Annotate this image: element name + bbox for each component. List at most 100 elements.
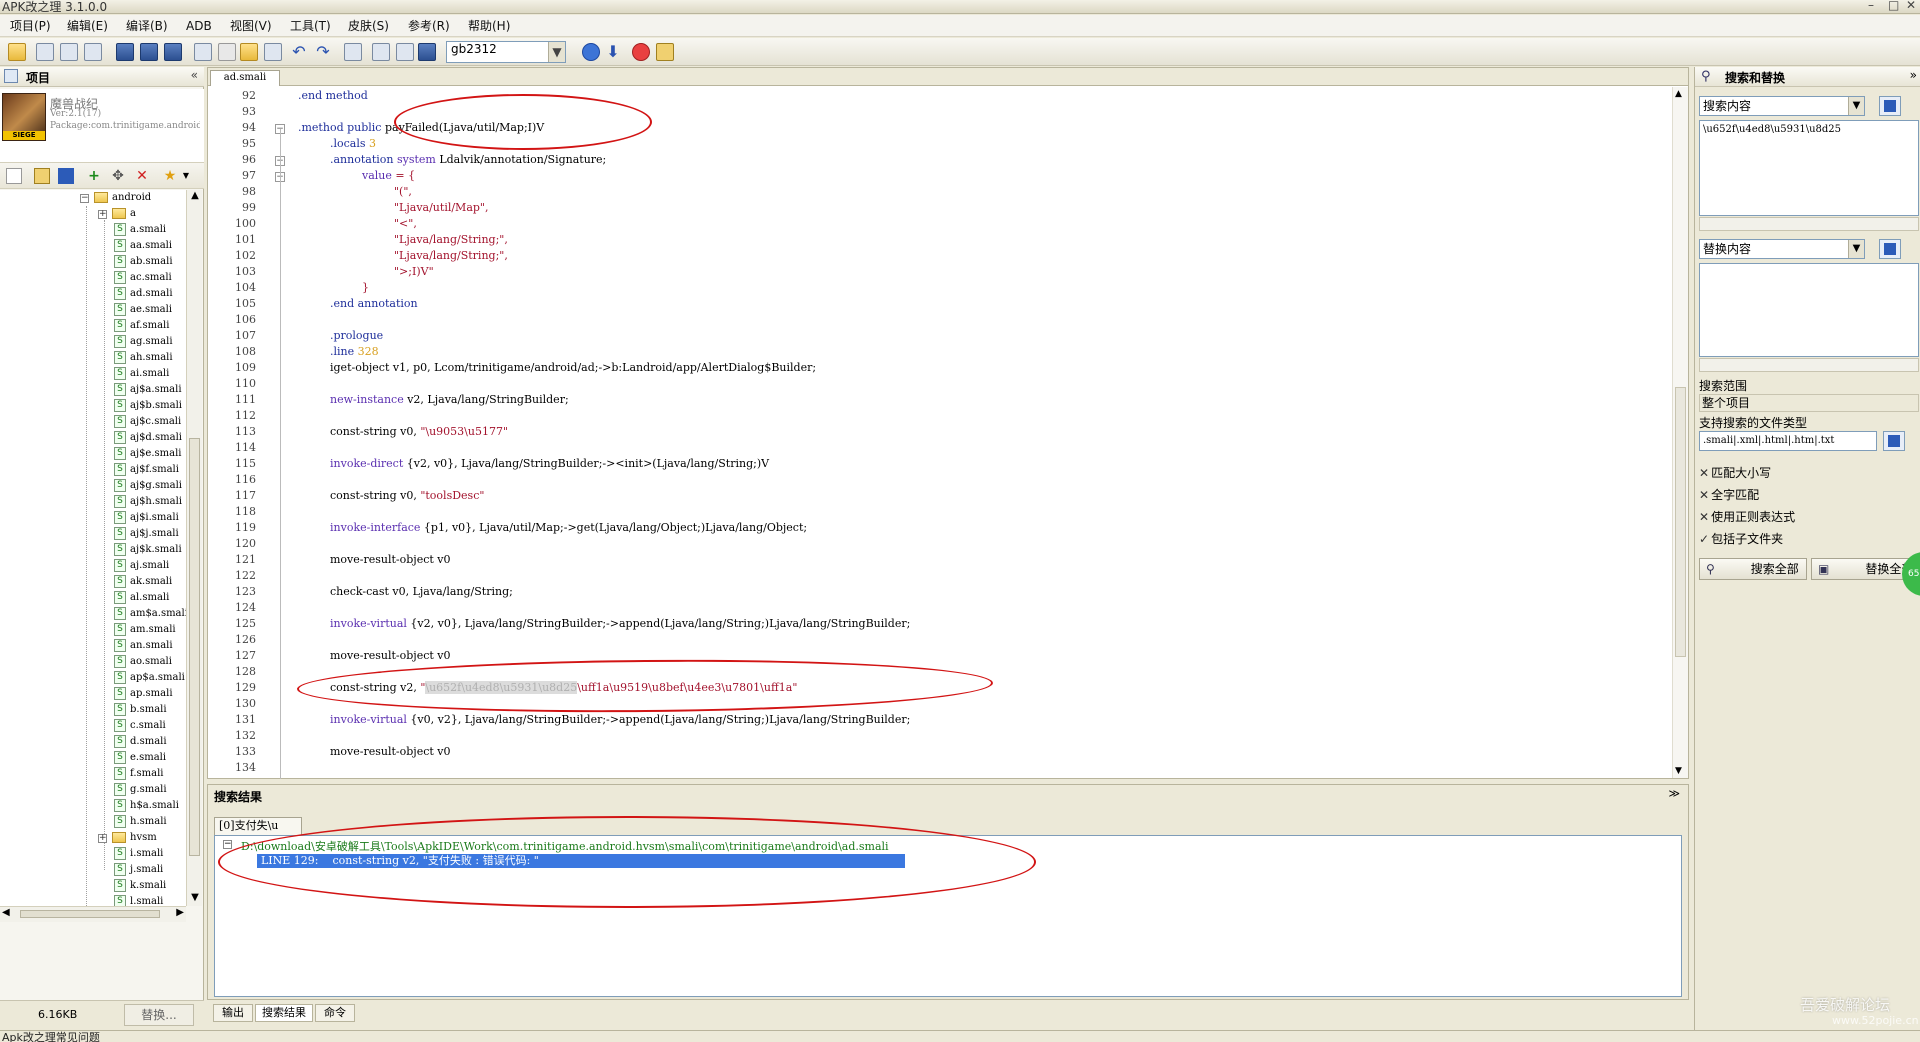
save-icon[interactable] xyxy=(116,43,134,61)
search-options-button[interactable] xyxy=(1879,96,1901,116)
tree-folder-hvsm[interactable]: hvsm xyxy=(112,830,157,846)
menu-help[interactable]: 帮助(H) xyxy=(468,18,510,34)
search-all-button[interactable]: ⚲ 搜索全部 xyxy=(1699,558,1807,580)
paste-icon[interactable] xyxy=(240,43,258,61)
menu-edit[interactable]: 编辑(E) xyxy=(67,18,108,34)
scope-select[interactable]: 整个项目 xyxy=(1699,394,1919,412)
open-folder-icon[interactable] xyxy=(8,43,26,61)
tree-file[interactable]: Saj.smali xyxy=(114,558,169,574)
tree-file[interactable]: Saj$b.smali xyxy=(114,398,182,414)
tree-file[interactable]: Sf.smali xyxy=(114,766,164,782)
tree-toggle-icon[interactable]: + xyxy=(98,834,107,843)
replace-input-hscroll[interactable] xyxy=(1699,358,1919,372)
remove-icon[interactable]: ✕ xyxy=(134,168,150,184)
option-regex[interactable]: ✕ 使用正则表达式 xyxy=(1699,508,1795,525)
checkbox-icon[interactable]: ✓ xyxy=(1699,532,1709,546)
scroll-up-icon[interactable]: ▲ xyxy=(188,190,202,204)
weibo-icon[interactable] xyxy=(632,43,650,61)
selected-text[interactable]: \u652f\u4ed8\u5931\u8d25 xyxy=(425,681,578,694)
replace-input[interactable] xyxy=(1699,263,1919,357)
tree-file[interactable]: Sa.smali xyxy=(114,222,166,238)
replace-button[interactable]: 替换... xyxy=(124,1004,194,1026)
checkbox-icon[interactable]: ✕ xyxy=(1699,510,1709,524)
tree-file[interactable]: Sg.smali xyxy=(114,782,167,798)
add-icon[interactable]: + xyxy=(86,168,102,184)
open-folder-icon[interactable] xyxy=(34,168,50,184)
tree-file[interactable]: Sb.smali xyxy=(114,702,167,718)
tree-file[interactable]: Sd.smali xyxy=(114,734,167,750)
tree-file[interactable]: Saj$f.smali xyxy=(114,462,179,478)
editor-scroll-thumb[interactable] xyxy=(1675,387,1686,657)
tree-file[interactable]: Sam$a.smali xyxy=(114,606,186,622)
download-icon[interactable]: ⬇ xyxy=(604,43,622,61)
maximize-icon[interactable]: □ xyxy=(1888,0,1899,12)
close-icon[interactable]: ✕ xyxy=(1906,0,1916,12)
tree-file[interactable]: Saj$c.smali xyxy=(114,414,181,430)
chevron-down-icon[interactable]: ▼ xyxy=(178,168,194,184)
refresh-icon[interactable] xyxy=(58,168,74,184)
tree-toggle-icon[interactable]: − xyxy=(80,194,89,203)
menu-skin[interactable]: 皮肤(S) xyxy=(348,18,389,34)
expand-icon[interactable]: » xyxy=(1910,68,1917,82)
menu-project[interactable]: 项目(P) xyxy=(10,18,51,34)
editor-tab-ad-smali[interactable]: ad.smali xyxy=(210,70,280,86)
home-icon[interactable] xyxy=(656,43,674,61)
option-whole-word[interactable]: ✕ 全字匹配 xyxy=(1699,486,1759,503)
tree-file[interactable]: Saj$e.smali xyxy=(114,446,182,462)
star-icon[interactable]: ★ xyxy=(162,168,178,184)
search-result-file[interactable]: D:\download\安卓破解工具\Tools\ApkIDE\Work\com… xyxy=(241,838,889,854)
tree-file[interactable]: Saj$d.smali xyxy=(114,430,182,446)
menu-reference[interactable]: 参考(R) xyxy=(408,18,450,34)
grid-icon[interactable] xyxy=(36,43,54,61)
menu-tools[interactable]: 工具(T) xyxy=(290,18,331,34)
tree-file[interactable]: Sai.smali xyxy=(114,366,169,382)
tree-scroll-thumb[interactable] xyxy=(189,438,200,856)
replace-options-button[interactable] xyxy=(1879,239,1901,259)
find-icon[interactable] xyxy=(344,43,362,61)
copy-icon[interactable] xyxy=(194,43,212,61)
tree-file[interactable]: Sal.smali xyxy=(114,590,169,606)
filetypes-button[interactable] xyxy=(1883,431,1905,451)
minimize-icon[interactable]: – xyxy=(1868,0,1874,12)
tab-command[interactable]: 命令 xyxy=(315,1004,355,1022)
tree-file[interactable]: Saj$k.smali xyxy=(114,542,182,558)
list-icon[interactable] xyxy=(60,43,78,61)
search-input-hscroll[interactable] xyxy=(1699,217,1919,231)
search-input[interactable]: \u652f\u4ed8\u5931\u8d25 xyxy=(1699,120,1919,216)
search-result-line[interactable]: LINE 129: const-string v2, "支付失败 : 错误代码:… xyxy=(257,854,905,868)
tree-file[interactable]: Saj$h.smali xyxy=(114,494,182,510)
tree-file[interactable]: Sj.smali xyxy=(114,862,163,878)
delete-icon[interactable] xyxy=(264,43,282,61)
search-content-combo[interactable]: 搜索内容 ▼ xyxy=(1699,96,1865,116)
menu-adb[interactable]: ADB xyxy=(186,18,212,34)
collapse-icon[interactable]: ≫ xyxy=(1668,787,1680,800)
chevron-down-icon[interactable]: ▼ xyxy=(548,42,565,62)
tree-file[interactable]: Sab.smali xyxy=(114,254,173,270)
window-icon[interactable] xyxy=(84,43,102,61)
tree-hscroll-thumb[interactable] xyxy=(20,910,160,918)
editor-vertical-scrollbar[interactable]: ▲ ▼ xyxy=(1672,87,1688,778)
collapse-icon[interactable]: « xyxy=(191,68,198,82)
tab-search-results[interactable]: 搜索结果 xyxy=(255,1004,313,1022)
menu-view[interactable]: 视图(V) xyxy=(230,18,272,34)
tree-file[interactable]: Si.smali xyxy=(114,846,163,862)
tree-horizontal-scrollbar[interactable]: ◀ ▶ xyxy=(0,906,186,922)
scroll-down-icon[interactable]: ▼ xyxy=(1675,766,1682,776)
tree-file[interactable]: Sah.smali xyxy=(114,350,173,366)
tree-file[interactable]: Saj$i.smali xyxy=(114,510,179,526)
tree-file[interactable]: Sl.smali xyxy=(114,894,163,906)
tree-file[interactable]: Sak.smali xyxy=(114,574,172,590)
sign-icon[interactable] xyxy=(418,43,436,61)
tree-folder-a[interactable]: a xyxy=(112,206,136,222)
tree-file[interactable]: Sap.smali xyxy=(114,686,173,702)
tree-file[interactable]: Saj$a.smali xyxy=(114,382,182,398)
replace-content-combo[interactable]: 替换内容 ▼ xyxy=(1699,239,1865,259)
scroll-left-icon[interactable]: ◀ xyxy=(2,907,10,918)
tree-file[interactable]: Sk.smali xyxy=(114,878,166,894)
help-icon[interactable] xyxy=(582,43,600,61)
compile-icon[interactable] xyxy=(396,43,414,61)
tree-file[interactable]: Saa.smali xyxy=(114,238,172,254)
tree-file[interactable]: Sap$a.smali xyxy=(114,670,185,686)
collapse-toggle-icon[interactable]: − xyxy=(223,840,232,849)
decompile-icon[interactable] xyxy=(372,43,390,61)
